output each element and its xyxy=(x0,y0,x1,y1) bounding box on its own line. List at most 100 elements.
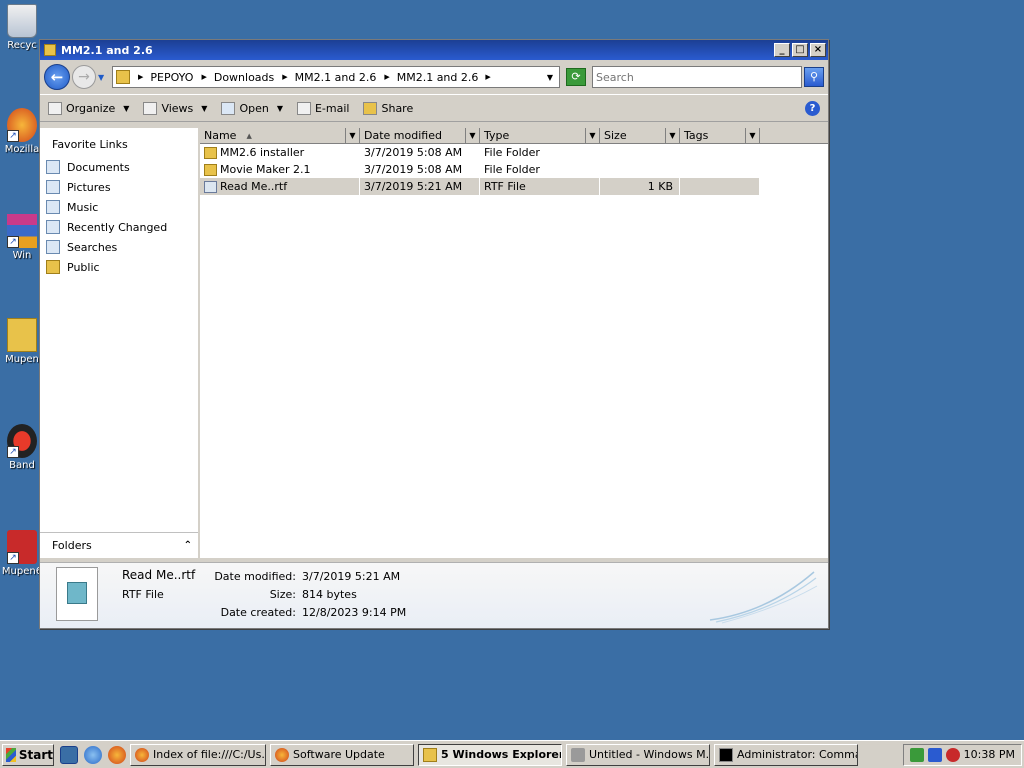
chevron-down-icon: ▼ xyxy=(276,103,283,113)
volume-muted-icon[interactable] xyxy=(945,747,960,762)
breadcrumb-item[interactable]: ▶ MM2.1 and 2.6 xyxy=(282,71,376,84)
chevron-down-icon[interactable]: ▼ xyxy=(745,128,759,143)
explorer-body: Favorite Links Documents Pictures Music … xyxy=(40,128,828,558)
winrar-icon: ↗ xyxy=(7,214,37,248)
chevron-down-icon[interactable]: ▼ xyxy=(465,128,479,143)
window-title: MM2.1 and 2.6 xyxy=(61,43,153,57)
taskbar: Start Index of file:///C:/Us... Software… xyxy=(0,740,1024,768)
start-button[interactable]: Start xyxy=(2,743,54,766)
folder-icon xyxy=(44,44,56,56)
email-button[interactable]: E-mail xyxy=(296,101,349,115)
rtf-document-icon xyxy=(204,180,217,193)
favorite-links-header: Favorite Links xyxy=(52,138,128,151)
desktop-icon-label: Mozilla xyxy=(4,144,40,155)
date-created-value: 12/8/2023 9:14 PM xyxy=(302,606,407,619)
breadcrumb-item[interactable]: ▶ MM2.1 and 2.6 ▶ xyxy=(384,71,497,84)
chevron-down-icon[interactable]: ▼ xyxy=(665,128,679,143)
chevron-right-icon: ▶ xyxy=(282,73,288,81)
folders-toggle[interactable]: Folders ⌃ xyxy=(40,532,198,558)
forward-button[interactable]: → xyxy=(72,65,96,89)
recycle-bin-icon xyxy=(7,4,37,38)
search-icon[interactable]: ⚲ xyxy=(804,67,824,87)
sort-arrow-icon: ▲ xyxy=(246,131,252,140)
nav-item-searches[interactable]: Searches xyxy=(40,237,198,257)
breadcrumb[interactable]: ▶ PEPOYO ▶ Downloads ▶ MM2.1 and 2.6 ▶ MM2.1… xyxy=(112,66,560,88)
close-button[interactable]: × xyxy=(810,43,826,57)
desktop-recycle-bin[interactable]: Recyc xyxy=(0,4,44,51)
table-row[interactable]: Movie Maker 2.1 3/7/2019 5:08 AM File Fo… xyxy=(200,161,828,178)
date-created-label: Date created: xyxy=(220,606,296,619)
folder-icon xyxy=(7,318,37,352)
column-type[interactable]: Type ▼ xyxy=(480,128,600,143)
help-icon[interactable]: ? xyxy=(805,100,820,116)
file-tags xyxy=(680,161,760,178)
details-file-name: Read Me..rtf xyxy=(122,568,196,582)
desktop-mupen-folder[interactable]: Mupen xyxy=(0,318,44,365)
details-pane: Read Me..rtf RTF File Date modified: 3/7… xyxy=(40,562,828,628)
nav-item-pictures[interactable]: Pictures xyxy=(40,177,198,197)
share-button[interactable]: Share xyxy=(363,101,413,115)
refresh-button[interactable]: ⟳ xyxy=(566,68,586,86)
column-size[interactable]: Size ▼ xyxy=(600,128,680,143)
decorative-swoosh xyxy=(709,571,818,624)
task-windows-movie-maker[interactable]: Untitled - Windows M... xyxy=(566,743,710,766)
desktop-win[interactable]: ↗ Win xyxy=(0,214,44,261)
network-icon[interactable] xyxy=(927,747,942,762)
nav-item-documents[interactable]: Documents xyxy=(40,157,198,177)
film-reel-icon xyxy=(571,747,585,762)
open-button[interactable]: Open ▼ xyxy=(221,101,283,115)
task-windows-explorer[interactable]: 5 Windows Explorer xyxy=(418,743,562,766)
views-icon xyxy=(143,101,158,115)
file-type: File Folder xyxy=(480,144,600,161)
chevron-right-icon: ▶ xyxy=(201,73,207,81)
table-row-selected[interactable]: Read Me..rtf 3/7/2019 5:21 AM RTF File 1… xyxy=(200,178,828,195)
bandicam-icon: ↗ xyxy=(7,424,37,458)
title-bar[interactable]: MM2.1 and 2.6 _ □ × xyxy=(40,40,828,60)
documents-icon xyxy=(46,160,60,174)
address-dropdown[interactable]: ▼ xyxy=(547,73,553,82)
back-button[interactable]: ← xyxy=(44,64,70,90)
desktop-mozilla[interactable]: ↗ Mozilla xyxy=(0,108,44,155)
minimize-button[interactable]: _ xyxy=(774,43,790,57)
search-input[interactable] xyxy=(592,66,802,88)
column-name[interactable]: Name ▲ ▼ xyxy=(200,128,360,143)
recent-pages-dropdown[interactable]: ▼ xyxy=(98,73,108,82)
desktop-mupen64[interactable]: ↗ Mupen6 xyxy=(0,530,44,577)
chevron-down-icon[interactable]: ▼ xyxy=(585,128,599,143)
column-tags[interactable]: Tags ▼ xyxy=(680,128,760,143)
folder-icon xyxy=(204,146,217,159)
column-date-modified[interactable]: Date modified ▼ xyxy=(360,128,480,143)
firefox-icon[interactable] xyxy=(108,745,126,764)
date-modified-value: 3/7/2019 5:21 AM xyxy=(302,570,401,583)
maximize-button[interactable]: □ xyxy=(792,43,808,57)
firefox-icon: ↗ xyxy=(7,108,37,142)
table-row[interactable]: MM2.6 installer 3/7/2019 5:08 AM File Fo… xyxy=(200,144,828,161)
desktop-icon-label: Band xyxy=(9,460,35,471)
nav-item-recently-changed[interactable]: Recently Changed xyxy=(40,217,198,237)
task-command-prompt[interactable]: Administrator: Comma... xyxy=(714,743,858,766)
desktop-band[interactable]: ↗ Band xyxy=(0,424,44,471)
views-button[interactable]: Views ▼ xyxy=(143,101,208,115)
task-software-update[interactable]: Software Update xyxy=(270,743,414,766)
internet-explorer-icon[interactable] xyxy=(84,745,102,764)
chevron-down-icon[interactable]: ▼ xyxy=(345,128,359,143)
clock[interactable]: 10:38 PM xyxy=(964,748,1015,761)
chevron-right-icon: ▶ xyxy=(384,73,390,81)
organize-button[interactable]: Organize ▼ xyxy=(48,101,129,115)
chevron-down-icon: ▼ xyxy=(201,103,208,113)
breadcrumb-item[interactable]: ▶ PEPOYO xyxy=(138,71,193,84)
date-modified-label: Date modified: xyxy=(214,570,296,583)
command-prompt-icon xyxy=(719,747,733,762)
file-name: Read Me..rtf xyxy=(220,180,288,193)
mupen64-icon: ↗ xyxy=(7,530,37,564)
shortcut-arrow-icon: ↗ xyxy=(7,236,19,248)
security-icon[interactable] xyxy=(909,747,924,762)
show-desktop-icon[interactable] xyxy=(60,745,78,764)
nav-item-public[interactable]: Public xyxy=(40,257,198,277)
file-date: 3/7/2019 5:08 AM xyxy=(360,161,480,178)
nav-item-music[interactable]: Music xyxy=(40,197,198,217)
size-label: Size: xyxy=(269,588,296,601)
breadcrumb-item[interactable]: ▶ Downloads xyxy=(201,71,274,84)
file-tags xyxy=(680,178,760,195)
task-index-of-file[interactable]: Index of file:///C:/Us... xyxy=(130,743,266,766)
